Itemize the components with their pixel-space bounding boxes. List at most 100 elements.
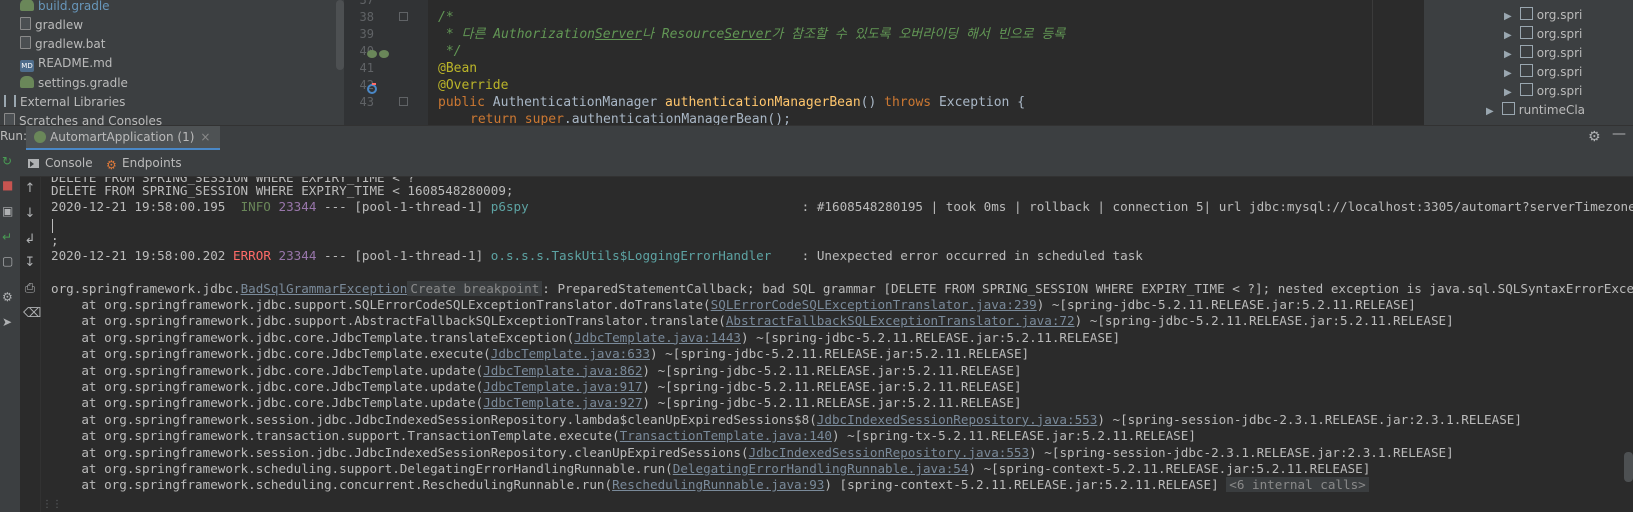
rerun-icon[interactable]: ↻: [2, 154, 12, 168]
code-line-43: return super.authenticationManagerBean()…: [470, 111, 791, 125]
tree-item-gradlew-bat[interactable]: gradlew.bat: [20, 34, 105, 54]
tree-item-settings-gradle[interactable]: settings.gradle: [20, 73, 128, 93]
log-thread: --- [pool-1-thread-1]: [316, 199, 491, 214]
exception-class-link[interactable]: BadSqlGrammarException: [241, 281, 408, 296]
tree-item-build-gradle[interactable]: build.gradle: [20, 0, 110, 16]
scroll-to-end-icon[interactable]: ↧: [23, 255, 37, 270]
stack-frame: at org.springframework.scheduling.concur…: [51, 477, 1369, 493]
structure-panel: ▶ org.spri ▶ org.spri ▶ org.spri ▶ org.spri …: [1424, 0, 1633, 125]
text-caret: [52, 219, 53, 233]
top-area: build.gradle gradlew gradlew.bat MD READM…: [0, 0, 1633, 125]
exit-icon[interactable]: ▢: [2, 254, 13, 268]
settings-icon[interactable]: ⚙: [2, 290, 13, 304]
structure-item[interactable]: ▶ org.spri: [1504, 25, 1582, 44]
tree-item-readme[interactable]: MD README.md: [20, 53, 112, 73]
console-tabbar: Console ⚙ Endpoints: [20, 150, 1633, 177]
project-tree-scrollbar[interactable]: [336, 0, 344, 70]
fold-icon[interactable]: [399, 12, 408, 21]
structure-item[interactable]: ▶ org.spri: [1504, 6, 1582, 25]
structure-item[interactable]: ▶ org.spri: [1504, 82, 1582, 101]
tab-console-label: Console: [45, 156, 93, 170]
stack-frame-source-link[interactable]: JdbcTemplate.java:633: [491, 346, 650, 361]
trash-icon[interactable]: ⌫: [23, 306, 41, 321]
structure-item[interactable]: ▶ org.spri: [1504, 44, 1582, 63]
arrow-up-icon[interactable]: ↑: [23, 181, 37, 196]
resize-grip-icon[interactable]: ⋮⋮: [42, 499, 62, 510]
run-tab-automart[interactable]: AutomartApplication (1) ×: [26, 126, 221, 151]
stack-frame-method: at org.springframework.session.jdbc.Jdbc…: [51, 444, 749, 460]
console-scrollbar[interactable]: [1624, 452, 1633, 482]
stack-frame-method: at org.springframework.scheduling.suppor…: [51, 461, 673, 476]
code-editor[interactable]: 37 38 39 40 41 42 43 /* * 다른 Authorizati…: [344, 0, 1424, 125]
stack-frame-method: at org.springframework.jdbc.core.JdbcTem…: [51, 362, 484, 378]
stack-frame: at org.springframework.session.jdbc.Jdbc…: [51, 412, 1522, 428]
tab-console[interactable]: Console: [28, 150, 93, 176]
package-icon: [1501, 102, 1515, 115]
soft-wrap-icon[interactable]: ↲: [23, 232, 37, 247]
close-tab-icon[interactable]: ×: [200, 130, 210, 144]
create-breakpoint-hint[interactable]: Create breakpoint: [407, 281, 543, 296]
stack-frame-jar: ) ~[spring-context-5.2.11.RELEASE.jar:5.…: [968, 461, 1371, 476]
stack-frame-jar: ) ~[spring-jdbc-5.2.11.RELEASE.jar:5.2.1…: [1036, 297, 1416, 312]
stack-frame-source-link[interactable]: JdbcIndexedSessionRepository.java:553: [817, 412, 1098, 427]
tab-endpoints[interactable]: ⚙ Endpoints: [106, 150, 182, 176]
console-output[interactable]: DELETE FROM SPRING_SESSION WHERE EXPIRY_…: [41, 177, 1633, 512]
stack-frame-jar: ) ~[spring-jdbc-5.2.11.RELEASE.jar:5.2.1…: [642, 362, 1022, 378]
package-icon: [1519, 45, 1533, 58]
comment-text: 가 참조할 수 있도록 오버라이딩 해서 빈으로 등록: [771, 27, 1066, 42]
stack-frame-source-link[interactable]: JdbcTemplate.java:917: [483, 379, 642, 394]
log-logger: o.s.s.s.TaskUtils$LoggingErrorHandler: [490, 248, 795, 263]
stack-frame-source-link[interactable]: SQLErrorCodeSQLExceptionTranslator.java:…: [711, 297, 1037, 312]
keyword: return super: [470, 112, 564, 125]
tree-item-scratches[interactable]: Scratches and Consoles: [4, 111, 162, 125]
stack-frame-jar: ) ~[spring-session-jdbc-2.3.1.RELEASE.ja…: [1097, 411, 1522, 427]
internal-calls-toggle[interactable]: <6 internal calls>: [1226, 477, 1369, 493]
console-line: DELETE FROM SPRING_SESSION WHERE EXPIRY_…: [51, 183, 514, 198]
gear-icon[interactable]: ⚙: [1588, 129, 1601, 145]
bean-gutter-icon[interactable]: [366, 45, 392, 58]
tree-item-label: settings.gradle: [38, 76, 128, 90]
endpoints-icon: ⚙: [106, 158, 117, 172]
spring-boot-icon: [34, 131, 46, 143]
stack-frame-method: at org.springframework.jdbc.core.JdbcTem…: [51, 379, 484, 394]
line-number: 43: [359, 95, 374, 109]
console-line: ;: [51, 233, 59, 248]
stack-frame-source-link[interactable]: JdbcTemplate.java:1443: [574, 330, 741, 345]
structure-item[interactable]: ▶ runtimeCla: [1486, 101, 1585, 120]
pin-icon[interactable]: ➤: [2, 315, 12, 329]
tree-item-gradlew[interactable]: gradlew: [20, 15, 83, 35]
stack-frame-source-link[interactable]: TransactionTemplate.java:140: [620, 428, 832, 443]
stack-frame-source-link[interactable]: ReschedulingRunnable.java:93: [612, 477, 824, 492]
tree-item-label: build.gradle: [38, 0, 110, 13]
gradle-icon: [20, 76, 34, 88]
leaf-icon: [367, 50, 389, 58]
override-gutter-icon[interactable]: [366, 80, 378, 94]
log-logger: p6spy: [490, 199, 795, 214]
type: Exception {: [938, 95, 1026, 110]
stack-frame-source-link[interactable]: JdbcTemplate.java:927: [483, 395, 642, 410]
stack-frame-source-link[interactable]: AbstractFallbackSQLExceptionTranslator.j…: [726, 313, 1075, 328]
stop-icon[interactable]: ■: [2, 178, 13, 192]
structure-item-label: org.spri: [1536, 46, 1583, 60]
chevron-right-icon: ▶: [1486, 106, 1494, 117]
structure-item[interactable]: ▶ org.spri: [1504, 63, 1582, 82]
stack-frame: at org.springframework.transaction.suppo…: [51, 428, 1196, 444]
comment-text: Server: [594, 27, 642, 42]
stack-frame-source-link[interactable]: JdbcTemplate.java:862: [483, 363, 642, 378]
print-icon[interactable]: ⎙: [23, 281, 37, 296]
stack-frame-jar: ) ~[spring-tx-5.2.11.RELEASE.jar:5.2.11.…: [831, 428, 1196, 444]
annotation: @Bean: [438, 61, 478, 76]
fold-icon[interactable]: [399, 97, 408, 106]
tree-item-external-libraries[interactable]: External Libraries: [4, 92, 125, 112]
comment-text: * 다른 Authorization: [438, 27, 595, 42]
arrow-down-icon[interactable]: ↓: [23, 206, 37, 221]
log-timestamp: 2020-12-21 19:58:00.195: [51, 199, 241, 214]
stack-frame-method: at org.springframework.jdbc.core.JdbcTem…: [51, 395, 484, 411]
minimize-icon[interactable]: —: [1612, 126, 1626, 142]
camera-icon[interactable]: ▣: [2, 204, 13, 218]
stack-frame-source-link[interactable]: JdbcIndexedSessionRepository.java:553: [749, 445, 1030, 460]
stack-frame-source-link[interactable]: DelegatingErrorHandlingRunnable.java:54: [673, 461, 969, 476]
editor-gutter: 37 38 39 40 41 42 43: [344, 0, 428, 125]
restore-icon[interactable]: ↵: [2, 230, 12, 244]
stack-frame-jar: ) ~[spring-jdbc-5.2.11.RELEASE.jar:5.2.1…: [650, 346, 1030, 362]
